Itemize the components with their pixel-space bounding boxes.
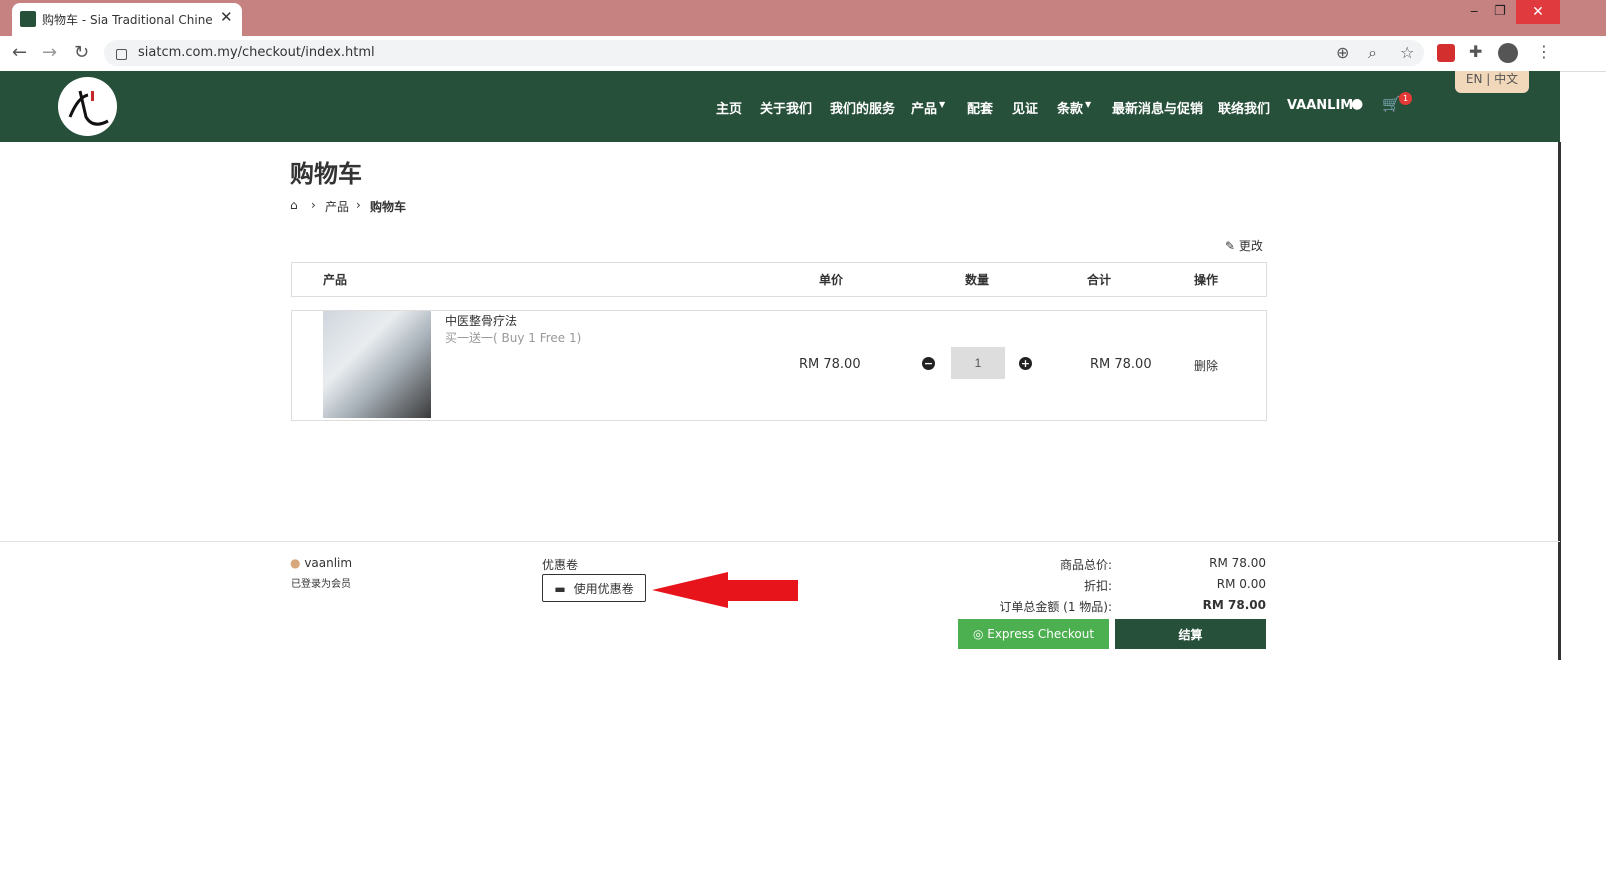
address-bar[interactable]: siatcm.com.my/checkout/index.html ⊕ ⌕ ☆ (104, 40, 1424, 66)
bookmark-star-icon[interactable]: ☆ (1400, 43, 1414, 62)
lock-icon (116, 49, 127, 60)
coupon-label: 优惠卷 (542, 558, 579, 572)
username: vaanlim (304, 556, 353, 570)
header-product: 产品 (323, 273, 348, 287)
user-icon: ● (290, 556, 301, 570)
nav-news[interactable]: 最新消息与促销 (1112, 98, 1203, 117)
pdf-extension-icon[interactable] (1437, 44, 1455, 62)
edit-link[interactable]: ✎ 更改 (1225, 237, 1263, 254)
header-price: 单价 (819, 273, 844, 287)
edit-icon: ✎ (1225, 239, 1236, 253)
nav-contact[interactable]: 联络我们 (1218, 98, 1270, 117)
site-header: 主页 关于我们 我们的服务 产品 ▼ 配套 见证 条款 ▼ 最新消息与促销 联络… (0, 71, 1560, 142)
restore-icon[interactable]: ❐ (1494, 4, 1506, 19)
nav-about[interactable]: 关于我们 (760, 98, 812, 117)
table-row: 中医整骨疗法 买一送一( Buy 1 Free 1) RM 78.00 − + … (291, 310, 1267, 421)
extensions-icon[interactable]: ✚ (1469, 42, 1482, 61)
discount-value: RM 0.00 (1216, 577, 1266, 591)
order-total-label: 订单总金额 (1 物品): (999, 600, 1112, 614)
nav-terms[interactable]: 条款 (1057, 98, 1083, 117)
add-icon[interactable]: ⊕ (1336, 43, 1349, 62)
subtotal-label: 商品总价: (1059, 558, 1112, 572)
divider (0, 541, 1560, 542)
quantity-input[interactable] (951, 347, 1005, 379)
use-coupon-button[interactable]: ▬ 使用优惠卷 (542, 574, 646, 602)
browser-toolbar: ← → ↻ siatcm.com.my/checkout/index.html … (0, 36, 1606, 72)
nav-services[interactable]: 我们的服务 (830, 98, 895, 117)
chevron-down-icon: ▼ (1085, 100, 1092, 109)
header-quantity: 数量 (965, 273, 990, 287)
increase-qty-icon[interactable]: + (1019, 357, 1032, 370)
minimize-icon[interactable]: ‒ (1470, 4, 1478, 19)
checkout-button[interactable]: 结算 (1115, 619, 1266, 649)
product-image[interactable] (323, 311, 431, 418)
nav-user[interactable]: VAANLIM (1287, 98, 1353, 113)
cart-table-header: 产品 单价 数量 合计 操作 (291, 262, 1267, 297)
logo-brush-icon (68, 90, 109, 126)
express-checkout-label: Express Checkout (987, 627, 1095, 641)
breadcrumb-products[interactable]: 产品 (325, 198, 349, 215)
coupon-button-label: 使用优惠卷 (573, 581, 634, 596)
order-total-value: RM 78.00 (1202, 598, 1266, 612)
reload-icon[interactable]: ↻ (74, 42, 89, 63)
discount-label: 折扣: (1083, 579, 1112, 593)
user-icon[interactable]: ● (1351, 96, 1363, 112)
red-arrow-annotation (652, 572, 798, 608)
breadcrumb-cart: 购物车 (370, 200, 407, 214)
profile-avatar-icon[interactable] (1498, 43, 1518, 63)
ticket-icon: ▬ (554, 581, 566, 596)
line-total: RM 78.00 (1090, 357, 1152, 372)
zoom-icon[interactable]: ⌕ (1368, 43, 1377, 63)
back-icon[interactable]: ← (12, 42, 27, 63)
user-info: ● vaanlim (290, 556, 352, 570)
page-scrollbar[interactable] (1558, 142, 1561, 660)
product-name[interactable]: 中医整骨疗法 (445, 312, 517, 329)
header-total: 合计 (1087, 273, 1112, 287)
window-close-icon[interactable]: ✕ (1516, 0, 1560, 24)
menu-dots-icon[interactable]: ⋮ (1536, 42, 1552, 61)
edit-label: 更改 (1238, 239, 1263, 253)
nav-testimonials[interactable]: 见证 (1012, 98, 1038, 117)
chevron-down-icon: ▼ (939, 100, 946, 109)
browser-tab[interactable]: 购物车 - Sia Traditional Chinese ✕ (12, 3, 242, 36)
member-status: 已登录为会员 (291, 579, 351, 590)
forward-icon[interactable]: → (42, 42, 57, 63)
delete-link[interactable]: 删除 (1194, 357, 1218, 374)
subtotal-value: RM 78.00 (1209, 556, 1266, 570)
breadcrumb-separator-icon: › (356, 198, 361, 212)
whatsapp-icon: ◎ (972, 627, 984, 641)
cart-icon[interactable]: 🛒 (1382, 95, 1401, 113)
express-checkout-button[interactable]: ◎ Express Checkout (958, 619, 1109, 649)
breadcrumb-separator-icon: › (311, 198, 316, 212)
language-switcher[interactable]: EN | 中文 (1455, 71, 1529, 93)
site-logo[interactable] (58, 77, 117, 136)
nav-packages[interactable]: 配套 (967, 98, 993, 117)
decrease-qty-icon[interactable]: − (922, 357, 935, 370)
nav-products[interactable]: 产品 (911, 98, 937, 117)
url-text: siatcm.com.my/checkout/index.html (138, 45, 375, 60)
unit-price: RM 78.00 (799, 357, 861, 372)
site-favicon-icon (20, 11, 36, 27)
cart-count-badge: 1 (1399, 92, 1412, 105)
page-title: 购物车 (290, 160, 362, 188)
product-variant: 买一送一( Buy 1 Free 1) (445, 331, 582, 345)
browser-tab-bar: 购物车 - Sia Traditional Chinese ✕ ‒ ❐ ✕ (0, 0, 1606, 36)
close-tab-icon[interactable]: ✕ (220, 8, 233, 26)
header-action: 操作 (1194, 273, 1219, 287)
home-icon[interactable]: ⌂ (290, 198, 298, 212)
nav-home[interactable]: 主页 (716, 98, 742, 117)
tab-title: 购物车 - Sia Traditional Chinese (42, 13, 212, 27)
